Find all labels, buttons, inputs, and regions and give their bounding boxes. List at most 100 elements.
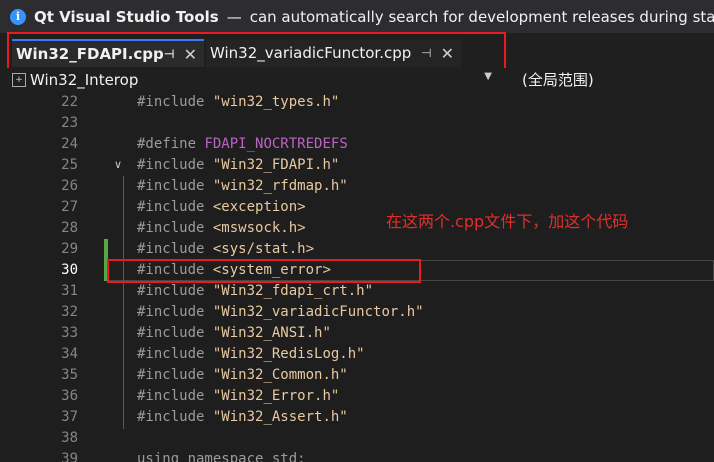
code-keyword: #include xyxy=(137,388,205,404)
code-text: #include <exception> xyxy=(137,199,306,215)
code-keyword: #include xyxy=(137,325,205,341)
code-keyword: #include xyxy=(137,367,205,383)
code-text: #include "Win32_RedisLog.h" xyxy=(137,346,365,362)
code-line[interactable]: 26 #include "win32_rfdmap.h" xyxy=(0,176,714,197)
code-argument: <sys/stat.h> xyxy=(212,241,315,257)
code-argument: FDAPI_NOCRTREDEFS xyxy=(204,136,348,152)
pin-icon[interactable]: ⊣ xyxy=(421,46,431,60)
code-argument: "Win32_ANSI.h" xyxy=(212,325,331,341)
code-argument: "win32_rfdmap.h" xyxy=(212,178,348,194)
info-separator: — xyxy=(226,7,242,26)
info-bar: i Qt Visual Studio Tools — can automatic… xyxy=(0,0,714,33)
line-number: 36 xyxy=(61,388,78,404)
member-scope-dropdown[interactable]: (全局范围) xyxy=(522,69,594,90)
code-line[interactable]: 33 #include "Win32_ANSI.h" xyxy=(0,323,714,344)
project-icon: + xyxy=(12,72,26,87)
code-text: #include "Win32_variadicFunctor.h" xyxy=(137,304,424,320)
code-line[interactable]: 32 #include "Win32_variadicFunctor.h" xyxy=(0,302,714,323)
line-number: 29 xyxy=(61,241,78,257)
line-number: 30 xyxy=(61,262,78,278)
code-text: #define FDAPI_NOCRTREDEFS xyxy=(137,136,348,152)
code-argument: "Win32_Error.h" xyxy=(212,388,340,404)
code-line[interactable]: 35 #include "Win32_Common.h" xyxy=(0,365,714,386)
code-argument: "Win32_fdapi_crt.h" xyxy=(212,283,374,299)
line-number: 31 xyxy=(61,283,78,299)
change-indicator xyxy=(104,239,108,281)
code-text: #include "Win32_FDAPI.h" xyxy=(137,157,339,173)
tab-label: Win32_FDAPI.cpp xyxy=(16,45,164,63)
line-number: 38 xyxy=(61,430,78,446)
line-number: 28 xyxy=(61,220,78,236)
code-keyword: #include xyxy=(137,178,205,194)
code-keyword: #include xyxy=(137,241,205,257)
code-keyword: #include xyxy=(137,304,205,320)
close-icon[interactable]: ✕ xyxy=(184,45,197,64)
tab-win32-fdapi[interactable]: Win32_FDAPI.cpp ⊣ ✕ xyxy=(12,39,204,67)
code-argument: "win32_types.h" xyxy=(212,94,340,110)
navigation-bar: + Win32_Interop ▼ (全局范围) xyxy=(0,68,714,92)
code-line[interactable]: 22 #include "win32_types.h" xyxy=(0,92,714,113)
line-number: 22 xyxy=(61,94,78,110)
code-text: #include "Win32_Assert.h" xyxy=(137,409,348,425)
code-editor[interactable]: 39 using namespace std; 38 37 #include "Win3… xyxy=(0,92,714,462)
code-line[interactable]: 39 using namespace std; xyxy=(0,449,714,462)
line-number: 23 xyxy=(61,115,78,131)
code-argument: <mswsock.h> xyxy=(212,220,306,236)
code-text: #include <sys/stat.h> xyxy=(137,241,314,257)
project-scope-label: Win32_Interop xyxy=(30,70,139,89)
line-number: 35 xyxy=(61,367,78,383)
line-number: 33 xyxy=(61,325,78,341)
code-argument: <exception> xyxy=(212,199,306,215)
project-scope-dropdown[interactable]: + Win32_Interop ▼ xyxy=(12,69,496,90)
tab-label: Win32_variadicFunctor.cpp xyxy=(210,44,412,62)
code-text: #include "Win32_ANSI.h" xyxy=(137,325,331,341)
line-number: 27 xyxy=(61,199,78,215)
fold-toggle-icon[interactable]: ∨ xyxy=(114,158,122,171)
code-keyword: #define xyxy=(137,136,197,152)
code-keyword: #include xyxy=(137,199,205,215)
line-number: 26 xyxy=(61,178,78,194)
annotation-note: 在这两个.cpp文件下，加这个代码 xyxy=(386,212,629,231)
code-keyword: #include xyxy=(137,157,205,173)
code-keyword: #include xyxy=(137,409,205,425)
code-text: #include <mswsock.h> xyxy=(137,220,306,236)
code-argument: "Win32_Assert.h" xyxy=(212,409,348,425)
pin-icon[interactable]: ⊣ xyxy=(164,47,175,61)
tab-win32-variadic-functor[interactable]: Win32_variadicFunctor.cpp ⊣ ✕ xyxy=(206,39,462,67)
code-text: #include "Win32_Common.h" xyxy=(137,367,348,383)
code-text: #include "win32_rfdmap.h" xyxy=(137,178,348,194)
current-line-highlight xyxy=(108,260,714,281)
code-line[interactable]: 25 #include "Win32_FDAPI.h" xyxy=(0,155,714,176)
line-number: 24 xyxy=(61,136,78,152)
line-number: 39 xyxy=(61,451,78,462)
close-icon[interactable]: ✕ xyxy=(441,44,454,63)
code-line[interactable]: 38 xyxy=(0,428,714,449)
info-message: can automatically search for development… xyxy=(249,7,714,26)
code-argument: "Win32_Common.h" xyxy=(212,367,348,383)
code-line[interactable]: 31 #include "Win32_fdapi_crt.h" xyxy=(0,281,714,302)
line-number: 25 xyxy=(61,157,78,173)
line-number: 32 xyxy=(61,304,78,320)
code-text: #include "Win32_Error.h" xyxy=(137,388,339,404)
info-title: Qt Visual Studio Tools xyxy=(34,7,219,26)
code-line[interactable]: 34 #include "Win32_RedisLog.h" xyxy=(0,344,714,365)
line-number: 34 xyxy=(61,346,78,362)
code-line[interactable]: 23 xyxy=(0,113,714,134)
code-keyword: #include xyxy=(137,94,205,110)
code-text: #include "Win32_fdapi_crt.h" xyxy=(137,283,373,299)
code-argument: "Win32_FDAPI.h" xyxy=(212,157,340,173)
code-line[interactable]: 36 #include "Win32_Error.h" xyxy=(0,386,714,407)
member-scope-label: (全局范围) xyxy=(522,71,594,89)
code-keyword: using namespace std; xyxy=(137,451,306,462)
code-line[interactable]: 37 #include "Win32_Assert.h" xyxy=(0,407,714,428)
document-tabstrip: Win32_FDAPI.cpp ⊣ ✕ Win32_variadicFuncto… xyxy=(0,33,714,68)
code-line[interactable]: 24 #define FDAPI_NOCRTREDEFS xyxy=(0,134,714,155)
line-number: 37 xyxy=(61,409,78,425)
code-text: #include "win32_types.h" xyxy=(137,94,339,110)
chevron-down-icon[interactable]: ▼ xyxy=(484,71,492,82)
code-text: using namespace std; xyxy=(137,451,306,462)
info-icon: i xyxy=(10,8,26,25)
code-keyword: #include xyxy=(137,220,205,236)
code-argument: "Win32_RedisLog.h" xyxy=(212,346,365,362)
fold-guide xyxy=(123,176,124,429)
